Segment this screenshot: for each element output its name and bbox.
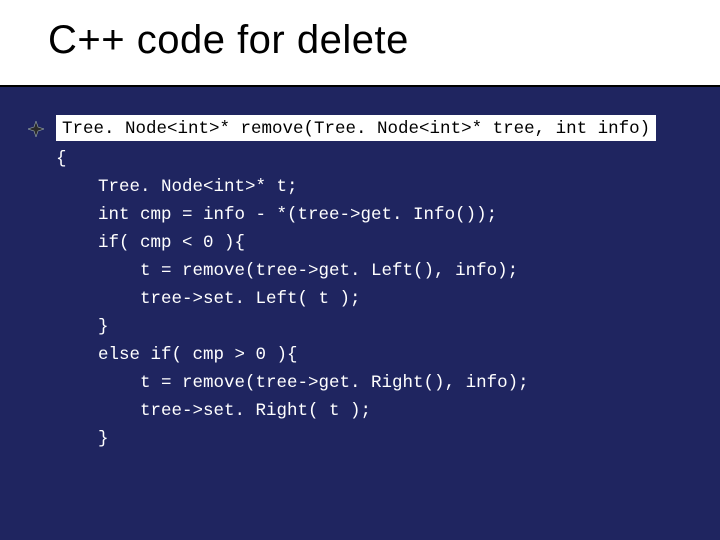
diamond-star-icon [28, 121, 44, 137]
slide-title: C++ code for delete [48, 18, 720, 63]
code-body: { Tree. Node<int>* t; int cmp = info - *… [56, 117, 529, 453]
slide-content: Tree. Node<int>* remove(Tree. Node<int>*… [0, 87, 720, 119]
slide-title-area: C++ code for delete [0, 0, 720, 87]
